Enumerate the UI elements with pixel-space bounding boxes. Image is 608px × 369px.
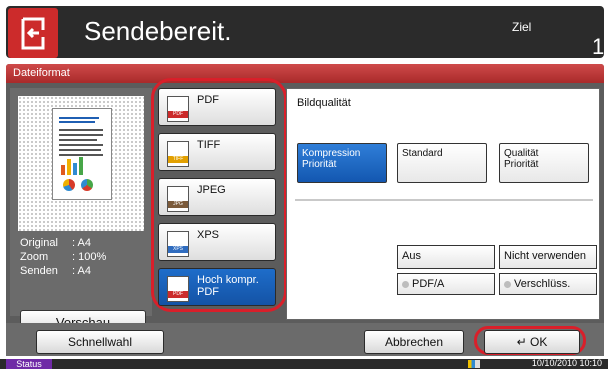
scan-info: Original : A4 Zoom : 100% Senden : A4	[20, 236, 106, 278]
xps-icon: XPS	[167, 231, 189, 257]
high-compression-pdf-icon: PDF	[167, 276, 189, 302]
format-xps-button[interactable]: XPS XPS	[158, 223, 276, 261]
enter-icon: ↵	[516, 335, 527, 349]
quality-priority-option[interactable]: Qualität Priorität	[499, 143, 589, 183]
jpeg-icon: JPG	[167, 186, 189, 212]
pdfa-setting-button[interactable]: PDF/A	[397, 273, 495, 295]
original-value: : A4	[72, 237, 91, 249]
format-label-high-compression-pdf: Hoch kompr. PDF	[197, 274, 259, 298]
image-quality-label: Bildqualität	[297, 97, 351, 109]
page-title: Sendebereit.	[84, 16, 232, 46]
ok-label: OK	[530, 335, 548, 349]
zoom-value: : 100%	[72, 251, 107, 263]
settings-panel: Bildqualität Kompression Priorität Standa…	[286, 88, 600, 320]
standard-quality-option[interactable]: Standard	[397, 143, 487, 183]
format-high-compression-pdf-button[interactable]: PDF Hoch kompr. PDF	[158, 268, 276, 306]
compression-priority-label: Kompression Priorität	[302, 148, 361, 170]
destination-label: Ziel	[512, 20, 532, 34]
pdf-icon: PDF	[167, 96, 189, 122]
file-format-dialog: Dateiformat Original: A4 Zoom: 100% Se…	[6, 64, 604, 356]
standard-quality-label: Standard	[402, 148, 443, 159]
send-back-icon[interactable]	[8, 8, 58, 58]
dialog-title: Dateiformat	[6, 64, 604, 83]
pdfa-indicator-icon	[402, 280, 409, 288]
compression-priority-option[interactable]: Kompression Priorität	[297, 143, 387, 183]
encryption-indicator-icon	[504, 280, 511, 288]
original-label: Original	[20, 237, 58, 249]
encryption-setting-button[interactable]: Verschlüss.	[499, 273, 597, 295]
header-bar: Sendebereit. Ziel 1	[6, 6, 605, 59]
status-bar: Status 10/10/2010 10:10	[0, 358, 608, 369]
format-label-xps: XPS	[197, 229, 220, 241]
page-thumbnail	[52, 108, 112, 200]
format-label-tiff: TIFF	[197, 139, 221, 151]
preview-panel: Original: A4 Zoom: 100% Senden: A4 Vorsc…	[10, 88, 152, 336]
status-datetime: 10/10/2010 10:10	[531, 358, 602, 368]
quality-priority-label: Qualität Priorität	[504, 148, 539, 170]
screen: Sendebereit. Ziel 1 Dateiformat Original…	[0, 0, 608, 369]
tiff-icon: TIFF	[167, 141, 189, 167]
format-tiff-button[interactable]: TIFF TIFF	[158, 133, 276, 171]
zoom-label: Zoom	[20, 251, 49, 263]
pdfa-off-option[interactable]: Aus	[397, 245, 495, 269]
send-size-value: : A4	[72, 265, 91, 277]
encryption-label: Verschlüss.	[514, 278, 571, 290]
ok-button[interactable]: ↵ OK	[484, 330, 580, 354]
format-pdf-button[interactable]: PDF PDF	[158, 88, 276, 126]
send-size-label: Senden	[20, 265, 58, 277]
pdfa-label: PDF/A	[412, 278, 445, 290]
status-button[interactable]: Status	[6, 359, 52, 369]
divider	[295, 199, 593, 201]
destination-count: 1	[592, 34, 605, 59]
preview-area	[18, 96, 144, 231]
format-label-jpeg: JPEG	[197, 184, 226, 196]
device-status-icon	[468, 360, 480, 368]
format-label-pdf: PDF	[197, 94, 219, 106]
dialog-footer: Schnellwahl Abbrechen ↵ OK	[6, 323, 604, 356]
quick-setup-button[interactable]: Schnellwahl	[36, 330, 164, 354]
format-jpeg-button[interactable]: JPG JPEG	[158, 178, 276, 216]
encryption-off-option[interactable]: Nicht verwenden	[499, 245, 597, 269]
cancel-button[interactable]: Abbrechen	[364, 330, 464, 354]
